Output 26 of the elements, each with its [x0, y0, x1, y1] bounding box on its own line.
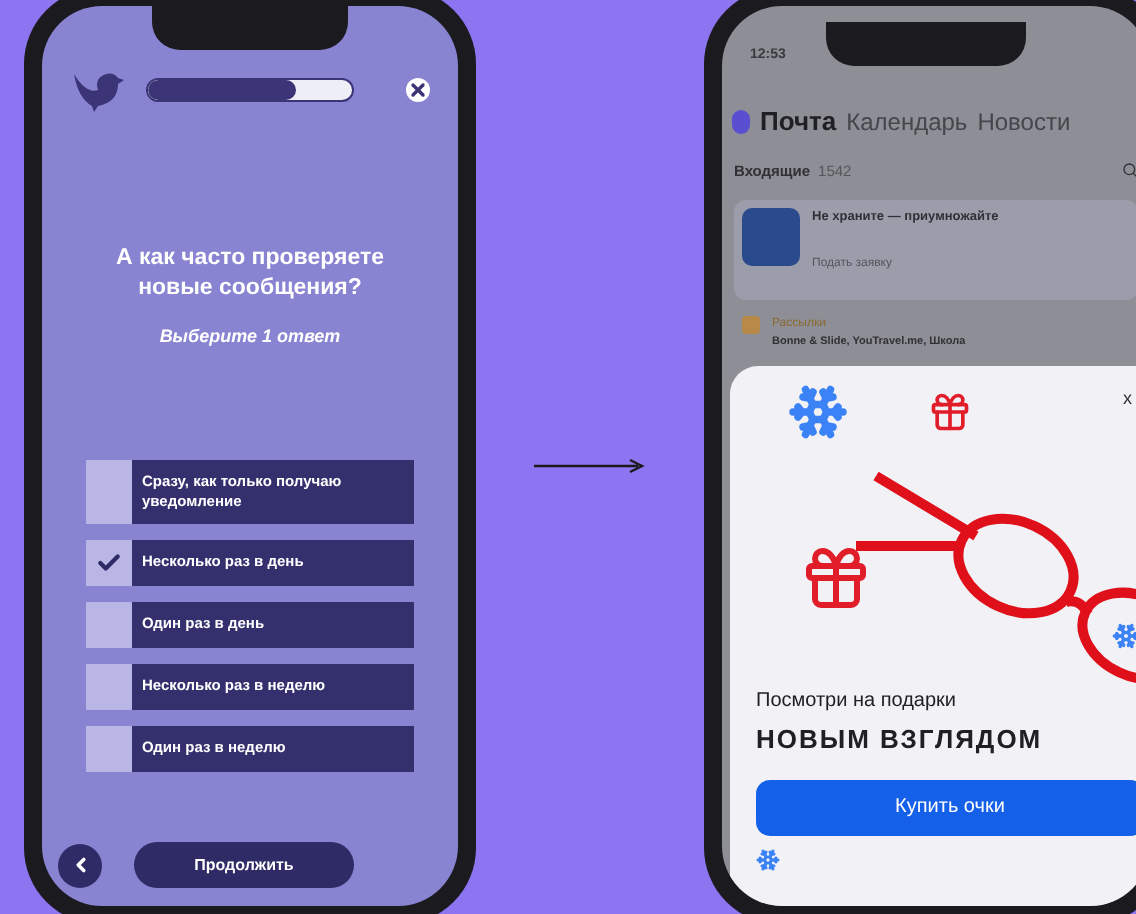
search-icon[interactable] — [1122, 162, 1136, 179]
gift-icon — [800, 542, 872, 614]
hint-text: Выберите 1 ответ — [159, 324, 341, 350]
snowflake-icon — [788, 382, 848, 442]
popup-subtitle: Посмотри на подарки — [756, 688, 959, 716]
checkbox[interactable] — [86, 601, 132, 647]
snowflake-icon — [1112, 622, 1136, 650]
snowflake-icon — [756, 847, 780, 871]
continue-button[interactable]: Продолжить — [134, 842, 354, 888]
newsletter-icon — [742, 315, 760, 334]
checkbox[interactable] — [86, 539, 132, 585]
checkbox[interactable] — [86, 459, 132, 523]
arrow-drawing — [534, 458, 646, 474]
buy-button[interactable]: Купить очки — [756, 779, 1136, 835]
gift-icon — [928, 390, 972, 434]
popup-title: НОВЫМ ВЗГЛЯДОМ — [756, 722, 1045, 758]
back-button[interactable] — [58, 843, 102, 887]
close-icon[interactable] — [406, 78, 430, 102]
app-tab[interactable]: Почта — [760, 102, 837, 141]
check-icon — [96, 549, 122, 575]
promo-icon — [742, 207, 800, 266]
close-button[interactable]: x — [1123, 386, 1132, 413]
question-text: А как часто проверяете новые сообщения? — [114, 244, 386, 304]
checkbox[interactable] — [86, 663, 132, 709]
logo-icon — [732, 109, 750, 134]
checkbox[interactable] — [86, 725, 132, 771]
